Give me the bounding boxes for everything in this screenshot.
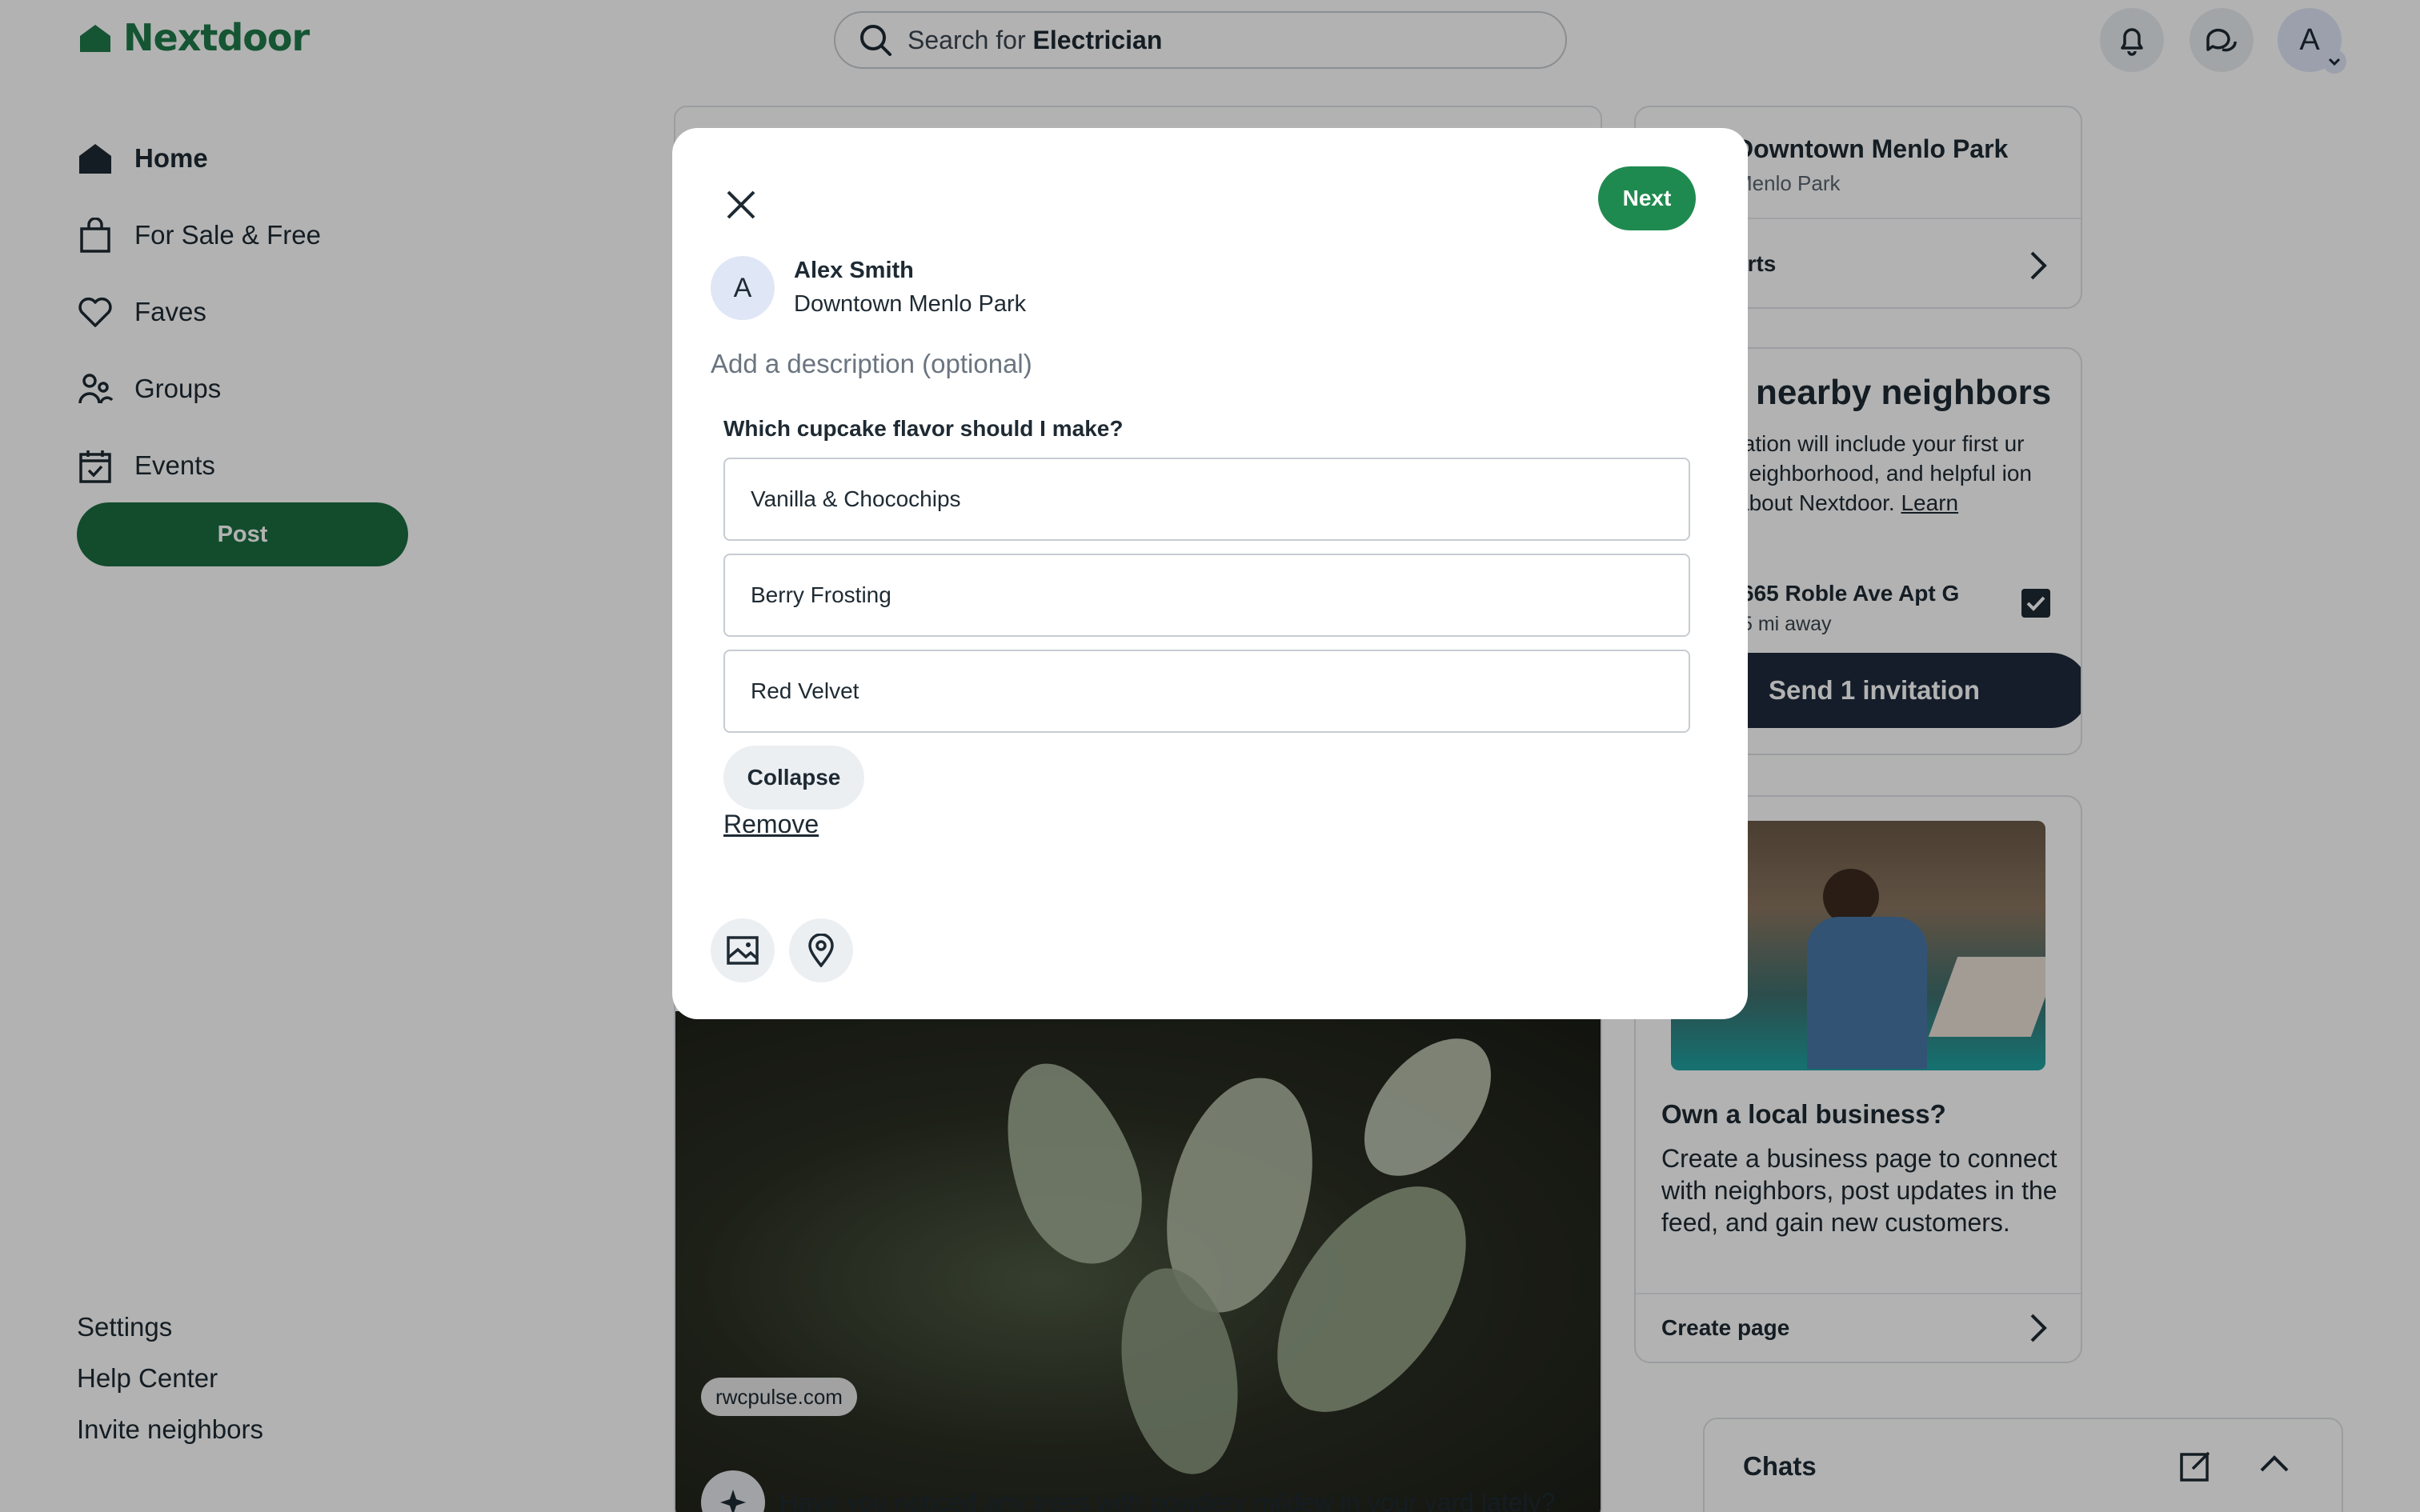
author-avatar: A bbox=[711, 256, 775, 320]
create-poll-modal: Next A Alex Smith Downtown Menlo Park Wh… bbox=[672, 128, 1748, 1019]
close-icon bbox=[727, 190, 755, 219]
add-location-button[interactable] bbox=[789, 918, 853, 982]
close-button[interactable] bbox=[711, 174, 771, 235]
description-input[interactable] bbox=[711, 349, 1671, 379]
image-icon bbox=[727, 936, 759, 965]
poll-option-input[interactable]: Red Velvet bbox=[723, 650, 1690, 733]
location-pin-icon bbox=[808, 934, 834, 967]
remove-poll-link[interactable]: Remove bbox=[723, 810, 819, 839]
poll-option-input[interactable]: Berry Frosting bbox=[723, 554, 1690, 637]
author-neighborhood: Downtown Menlo Park bbox=[794, 291, 1027, 317]
next-button[interactable]: Next bbox=[1598, 166, 1696, 230]
poll-question[interactable]: Which cupcake flavor should I make? bbox=[723, 416, 1123, 442]
poll-option-input[interactable]: Vanilla & Chocochips bbox=[723, 458, 1690, 541]
add-photo-button[interactable] bbox=[711, 918, 775, 982]
author-name: Alex Smith bbox=[794, 258, 914, 283]
collapse-button[interactable]: Collapse bbox=[723, 746, 864, 810]
